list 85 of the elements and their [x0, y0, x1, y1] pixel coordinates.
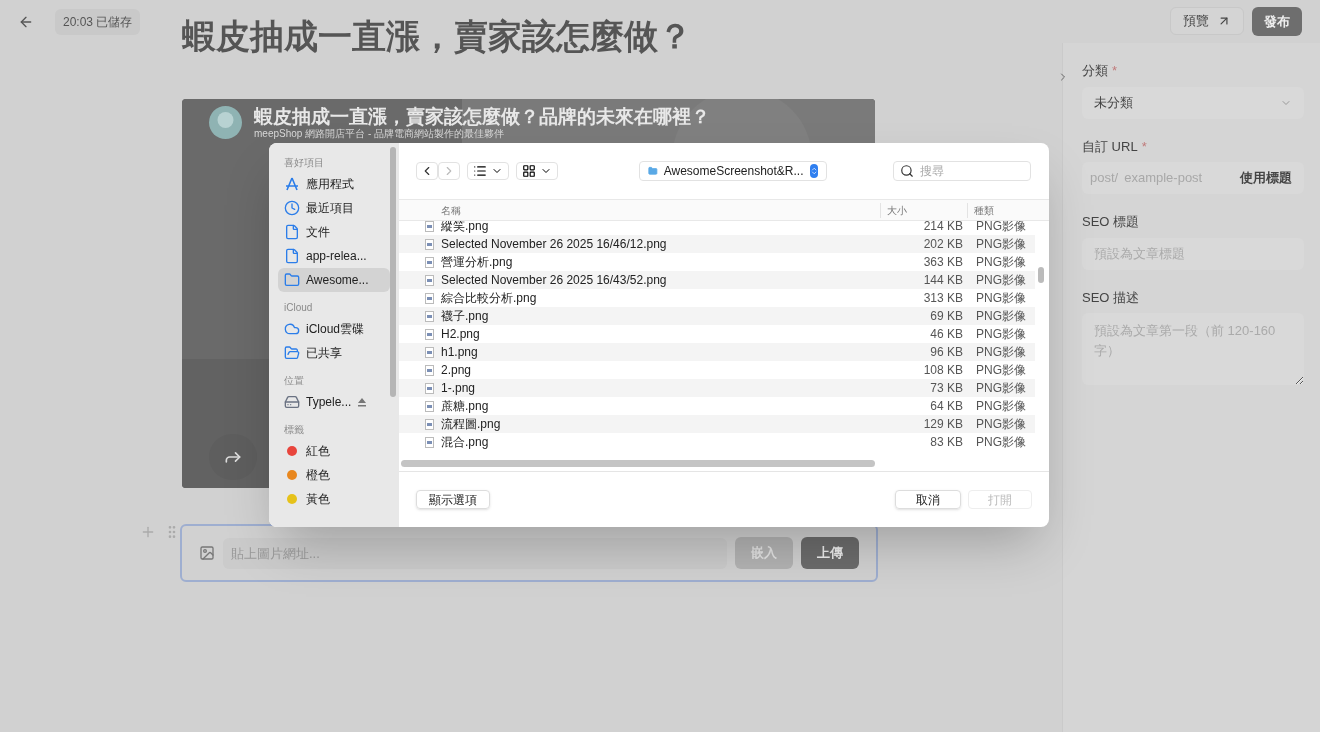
column-header[interactable]: 種類: [967, 202, 994, 218]
channel-avatar-icon: [209, 106, 242, 139]
image-file-icon: [425, 400, 434, 412]
field-label: SEO 標題: [1082, 213, 1140, 231]
file-row[interactable]: 縱笑.png 214 KB PNG影像: [399, 221, 1035, 235]
save-status: 20:03 已儲存: [55, 8, 141, 35]
document-icon: [284, 248, 300, 264]
image-file-icon: [425, 274, 434, 286]
use-title-button[interactable]: 使用標題: [1240, 168, 1304, 188]
required-mark: *: [1141, 137, 1147, 156]
file-row[interactable]: H2.png 46 KB PNG影像: [399, 325, 1035, 343]
file-row[interactable]: 2.png 108 KB PNG影像: [399, 361, 1035, 379]
image-file-icon: [425, 436, 434, 448]
clock-icon: [284, 200, 300, 216]
grid-icon: [522, 164, 536, 178]
preview-button[interactable]: 預覽: [1170, 7, 1244, 35]
sidebar-item[interactable]: 橙色: [278, 463, 390, 487]
scrollbar-thumb[interactable]: [1038, 267, 1044, 283]
sidebar-heading: 位置: [283, 374, 305, 388]
upload-button[interactable]: 上傳: [801, 537, 859, 569]
list-view-button[interactable]: [467, 162, 509, 180]
sidebar-item[interactable]: 已共享: [278, 341, 390, 365]
sidebar-heading: iCloud: [283, 301, 314, 315]
file-row[interactable]: 綜合比較分析.png 313 KB PNG影像: [399, 289, 1035, 307]
sidebar-heading: 喜好項目: [283, 156, 325, 170]
image-file-icon: [425, 364, 434, 376]
file-row[interactable]: 1-.png 73 KB PNG影像: [399, 379, 1035, 397]
file-row[interactable]: Selected November 26 2025 16/43/52.png 144 KB PNG影像: [399, 271, 1035, 289]
location-popup[interactable]: AwesomeScreenshot&R...: [639, 161, 827, 181]
eject-icon[interactable]: [357, 397, 368, 407]
category-select[interactable]: 未分類: [1082, 86, 1304, 119]
show-options-button[interactable]: 顯示選項: [416, 490, 490, 509]
column-header[interactable]: 大小: [880, 202, 967, 218]
sidebar-item[interactable]: Awesome...: [278, 268, 390, 292]
image-icon: [199, 545, 215, 561]
image-file-icon: [425, 310, 434, 322]
apps-icon: [284, 176, 300, 192]
search-input[interactable]: 搜尋: [920, 162, 1020, 180]
file-row[interactable]: h1.png 96 KB PNG影像: [399, 343, 1035, 361]
document-icon: [284, 224, 300, 240]
field-label: SEO 描述: [1082, 288, 1140, 307]
image-file-icon: [425, 328, 434, 340]
grid-view-button[interactable]: [516, 162, 558, 180]
field-label: 分類: [1082, 62, 1108, 80]
sidebar-item[interactable]: 紅色: [278, 439, 390, 463]
column-header[interactable]: 名稱: [399, 202, 880, 218]
sidebar-item[interactable]: 黃色: [278, 487, 390, 511]
folder-icon: [284, 272, 300, 288]
file-row[interactable]: 營運分析.png 363 KB PNG影像: [399, 253, 1035, 271]
sidebar-item[interactable]: 應用程式: [278, 172, 390, 196]
search-field[interactable]: 搜尋: [893, 161, 1031, 181]
image-file-icon: [425, 346, 434, 358]
field-label: 自訂 URL: [1082, 137, 1138, 156]
file-row[interactable]: 襪子.png 69 KB PNG影像: [399, 307, 1035, 325]
channel-name: meepShop 網路開店平台 - 品牌電商網站製作的最佳夥伴: [254, 128, 506, 140]
file-row[interactable]: 蔗糖.png 64 KB PNG影像: [399, 397, 1035, 415]
video-title: 蝦皮抽成一直漲，賣家該怎麼做？品牌的未來在哪裡？: [254, 106, 710, 128]
shared-folder-icon: [284, 345, 300, 361]
image-file-icon: [425, 238, 434, 250]
sidebar-item[interactable]: Typele...: [278, 390, 390, 414]
sidebar-item[interactable]: 文件: [278, 220, 390, 244]
scrollbar-thumb[interactable]: [401, 460, 875, 467]
sidebar-item[interactable]: 最近項目: [278, 196, 390, 220]
required-mark: *: [1112, 62, 1118, 80]
image-file-icon: [425, 256, 434, 268]
drive-icon: [284, 394, 300, 410]
search-icon: [900, 164, 914, 178]
file-row[interactable]: 混合.png 83 KB PNG影像: [399, 433, 1035, 451]
cloud-icon: [284, 321, 300, 337]
scrollbar-thumb[interactable]: [390, 147, 396, 397]
stepper-icon: [809, 164, 818, 178]
article-title: 蝦皮抽成一直漲，賣家該怎麼做？: [182, 15, 692, 58]
image-file-icon: [425, 292, 434, 304]
image-file-icon: [425, 418, 434, 430]
publish-button[interactable]: 發布: [1252, 7, 1302, 36]
sidebar-heading: 標籤: [283, 423, 305, 437]
file-row[interactable]: 流程圖.png 129 KB PNG影像: [399, 415, 1035, 433]
back-button[interactable]: [416, 162, 438, 180]
cancel-button[interactable]: 取消: [895, 490, 961, 509]
sidebar-item[interactable]: iCloud雲碟: [278, 317, 390, 341]
add-block-icon[interactable]: [140, 524, 156, 540]
file-row[interactable]: Selected November 26 2025 16/46/12.png 202 KB PNG影像: [399, 235, 1035, 253]
sidebar-item[interactable]: app-relea...: [278, 244, 390, 268]
list-icon: [473, 164, 487, 178]
image-file-icon: [425, 382, 434, 394]
